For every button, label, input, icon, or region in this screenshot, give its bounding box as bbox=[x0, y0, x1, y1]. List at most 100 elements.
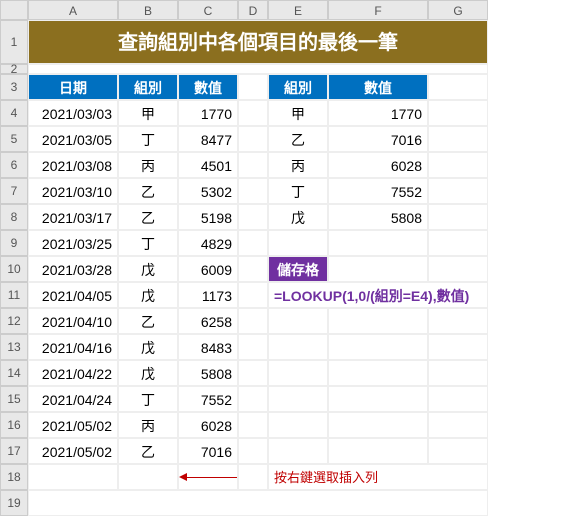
col-header[interactable]: B bbox=[118, 0, 178, 20]
cell-date[interactable]: 2021/04/05 bbox=[28, 282, 118, 308]
row-header[interactable]: 8 bbox=[0, 204, 28, 230]
empty[interactable] bbox=[428, 256, 488, 282]
cell-group[interactable]: 戊 bbox=[118, 334, 178, 360]
empty[interactable] bbox=[238, 230, 268, 256]
cell-value[interactable]: 4501 bbox=[178, 152, 238, 178]
row-header[interactable]: 1 bbox=[0, 20, 28, 64]
cell-value[interactable]: 5808 bbox=[178, 360, 238, 386]
empty[interactable] bbox=[28, 464, 118, 490]
row-header[interactable]: 14 bbox=[0, 360, 28, 386]
row-header[interactable]: 12 bbox=[0, 308, 28, 334]
cell-group[interactable]: 丙 bbox=[118, 412, 178, 438]
row-header[interactable]: 4 bbox=[0, 100, 28, 126]
empty[interactable] bbox=[238, 360, 268, 386]
empty[interactable] bbox=[428, 230, 488, 256]
cell-group[interactable]: 丁 bbox=[118, 126, 178, 152]
empty[interactable] bbox=[328, 360, 428, 386]
cell-value[interactable]: 5198 bbox=[178, 204, 238, 230]
result-value[interactable]: 1770 bbox=[328, 100, 428, 126]
row-header[interactable]: 11 bbox=[0, 282, 28, 308]
empty[interactable] bbox=[428, 386, 488, 412]
col-header[interactable]: F bbox=[328, 0, 428, 20]
result-group[interactable]: 戊 bbox=[268, 204, 328, 230]
result-value[interactable]: 5808 bbox=[328, 204, 428, 230]
cell-date[interactable]: 2021/03/08 bbox=[28, 152, 118, 178]
cell-group[interactable]: 甲 bbox=[118, 100, 178, 126]
empty[interactable] bbox=[328, 386, 428, 412]
col-header[interactable]: D bbox=[238, 0, 268, 20]
cell-date[interactable]: 2021/03/17 bbox=[28, 204, 118, 230]
empty[interactable] bbox=[238, 334, 268, 360]
cell-group[interactable]: 丁 bbox=[118, 230, 178, 256]
row-header[interactable]: 16 bbox=[0, 412, 28, 438]
row-header[interactable]: 13 bbox=[0, 334, 28, 360]
cell-group[interactable]: 乙 bbox=[118, 308, 178, 334]
cell-date[interactable]: 2021/04/10 bbox=[28, 308, 118, 334]
empty[interactable] bbox=[238, 308, 268, 334]
cell-group[interactable]: 丙 bbox=[118, 152, 178, 178]
spreadsheet-grid[interactable]: ABCDEFG1查詢組別中各個項目的最後一筆23日期組別數值組別數值42021/… bbox=[0, 0, 566, 516]
empty[interactable] bbox=[28, 490, 488, 516]
cell-date[interactable]: 2021/05/02 bbox=[28, 438, 118, 464]
row-header[interactable]: 2 bbox=[0, 64, 28, 74]
empty[interactable] bbox=[328, 412, 428, 438]
row-header[interactable]: 7 bbox=[0, 178, 28, 204]
row-header[interactable]: 17 bbox=[0, 438, 28, 464]
empty[interactable] bbox=[238, 178, 268, 204]
empty[interactable] bbox=[238, 464, 268, 490]
result-group[interactable]: 丁 bbox=[268, 178, 328, 204]
cell-date[interactable]: 2021/03/10 bbox=[28, 178, 118, 204]
empty[interactable] bbox=[238, 100, 268, 126]
empty[interactable] bbox=[118, 464, 178, 490]
row-header[interactable]: 15 bbox=[0, 386, 28, 412]
empty[interactable] bbox=[428, 360, 488, 386]
empty[interactable] bbox=[238, 256, 268, 282]
empty[interactable] bbox=[238, 126, 268, 152]
empty[interactable] bbox=[428, 100, 488, 126]
cell-group[interactable]: 丁 bbox=[118, 386, 178, 412]
col-header[interactable]: G bbox=[428, 0, 488, 20]
empty[interactable] bbox=[268, 438, 328, 464]
row-header[interactable]: 5 bbox=[0, 126, 28, 152]
cell-value[interactable]: 1173 bbox=[178, 282, 238, 308]
row-header[interactable]: 10 bbox=[0, 256, 28, 282]
empty[interactable] bbox=[328, 230, 428, 256]
cell-value[interactable]: 7552 bbox=[178, 386, 238, 412]
empty[interactable] bbox=[238, 386, 268, 412]
empty[interactable] bbox=[238, 282, 268, 308]
empty[interactable] bbox=[268, 386, 328, 412]
empty[interactable] bbox=[268, 308, 328, 334]
cell-value[interactable]: 6009 bbox=[178, 256, 238, 282]
empty[interactable] bbox=[428, 204, 488, 230]
result-group[interactable]: 丙 bbox=[268, 152, 328, 178]
cell-value[interactable]: 4829 bbox=[178, 230, 238, 256]
row-header[interactable]: 3 bbox=[0, 74, 28, 100]
empty[interactable] bbox=[268, 412, 328, 438]
cell-group[interactable]: 戊 bbox=[118, 360, 178, 386]
result-value[interactable]: 7016 bbox=[328, 126, 428, 152]
cell-value[interactable]: 5302 bbox=[178, 178, 238, 204]
empty[interactable] bbox=[328, 256, 428, 282]
result-group[interactable]: 甲 bbox=[268, 100, 328, 126]
result-value[interactable]: 7552 bbox=[328, 178, 428, 204]
cell-group[interactable]: 乙 bbox=[118, 204, 178, 230]
empty[interactable] bbox=[428, 412, 488, 438]
cell-value[interactable]: 8483 bbox=[178, 334, 238, 360]
cell-date[interactable]: 2021/04/22 bbox=[28, 360, 118, 386]
corner[interactable] bbox=[0, 0, 28, 20]
cell-value[interactable]: 1770 bbox=[178, 100, 238, 126]
result-value[interactable]: 6028 bbox=[328, 152, 428, 178]
cell-group[interactable]: 乙 bbox=[118, 438, 178, 464]
row-header[interactable]: 18 bbox=[0, 464, 28, 490]
cell-group[interactable]: 戊 bbox=[118, 282, 178, 308]
col-header[interactable]: A bbox=[28, 0, 118, 20]
empty[interactable] bbox=[428, 126, 488, 152]
cell-date[interactable]: 2021/03/03 bbox=[28, 100, 118, 126]
empty[interactable] bbox=[328, 334, 428, 360]
col-header[interactable]: E bbox=[268, 0, 328, 20]
row-header[interactable]: 6 bbox=[0, 152, 28, 178]
result-group[interactable]: 乙 bbox=[268, 126, 328, 152]
empty[interactable] bbox=[328, 308, 428, 334]
empty[interactable] bbox=[428, 308, 488, 334]
cell-value[interactable]: 7016 bbox=[178, 438, 238, 464]
